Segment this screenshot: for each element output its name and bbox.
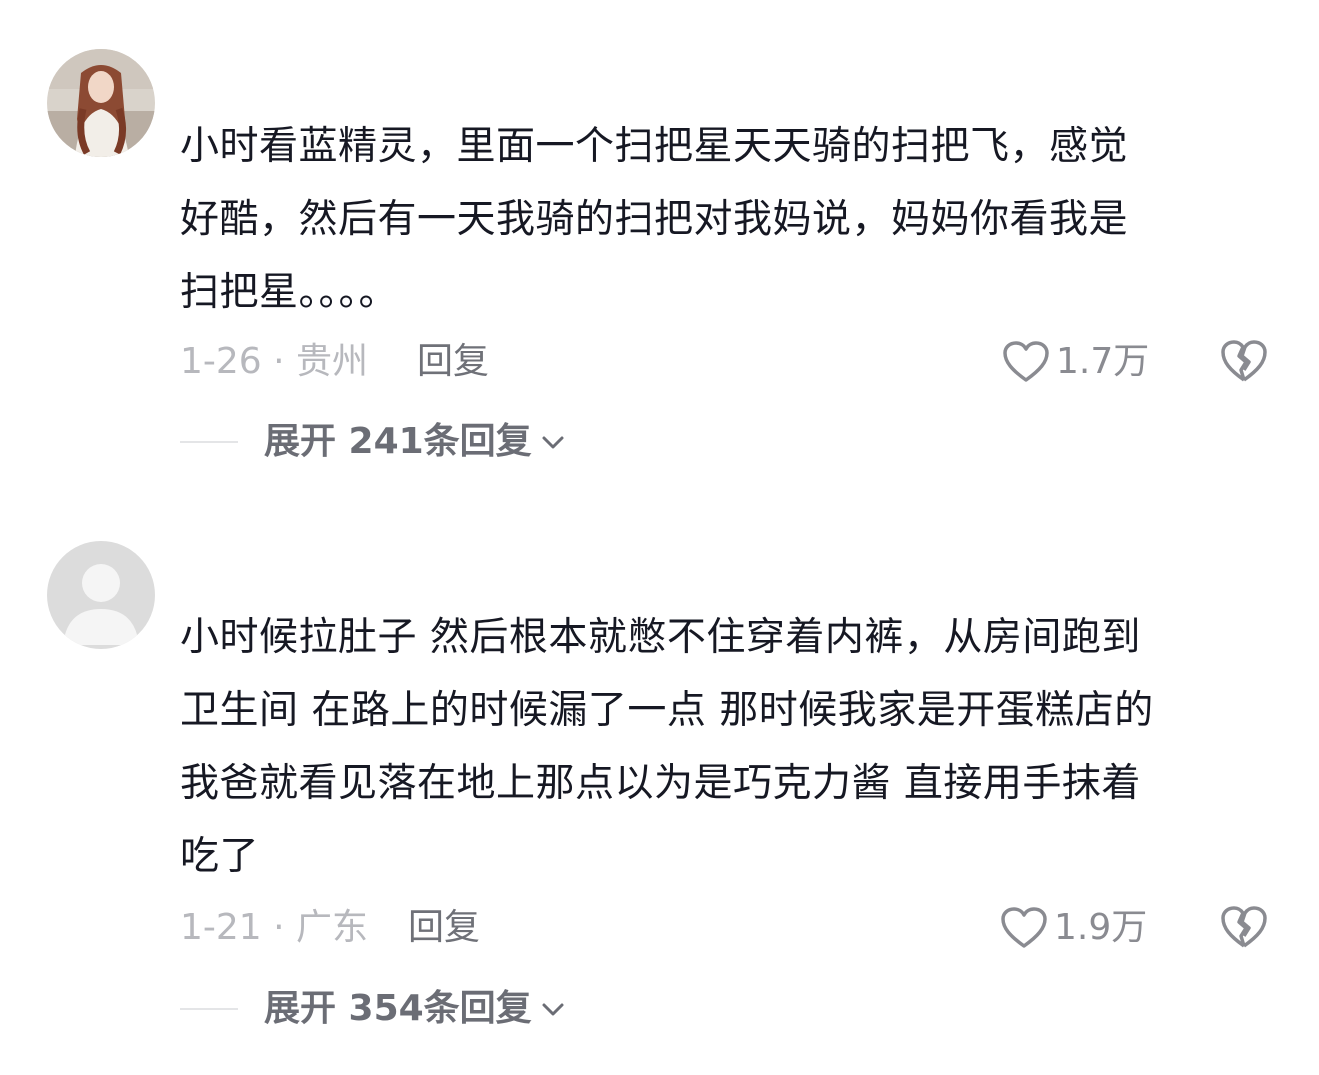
heart-outline-icon xyxy=(1001,907,1047,948)
like-count: 1.9万 xyxy=(1054,907,1148,948)
chevron-down-icon xyxy=(542,436,564,449)
reply-button[interactable]: 回复 xyxy=(408,903,480,953)
avatar[interactable] xyxy=(47,541,155,649)
divider-line xyxy=(180,1008,238,1010)
default-user-avatar-icon xyxy=(47,541,155,649)
chevron-down-icon xyxy=(542,1003,564,1016)
comment-meta: 1-21 · 广东 回复 1.9万 xyxy=(180,903,1280,953)
like-button[interactable]: 1.9万 xyxy=(1000,903,1147,953)
comment-text-line: 扫把星。。。。 xyxy=(180,270,399,315)
divider-line xyxy=(180,441,238,443)
comment-text-line: 吃了 xyxy=(180,834,260,879)
comment-meta: 1-26 · 贵州 回复 1.7万 xyxy=(180,337,1280,387)
broken-heart-icon xyxy=(1221,906,1267,948)
expand-replies-label: 展开 354条回复 xyxy=(264,988,532,1029)
like-count: 1.7万 xyxy=(1056,341,1150,382)
comment-text-line: 好酷，然后有一天我骑的扫把对我妈说，妈妈你看我是 xyxy=(180,197,1129,242)
comment-date-location: 1-26 · 贵州 xyxy=(180,341,369,382)
reply-button[interactable]: 回复 xyxy=(417,337,489,387)
dislike-button[interactable] xyxy=(1220,338,1268,384)
expand-replies-button[interactable]: 展开 241条回复 xyxy=(180,417,566,467)
comment-text-line: 我爸就看见落在地上那点以为是巧克力酱 直接用手抹着 xyxy=(180,761,1141,806)
like-button[interactable]: 1.7万 xyxy=(1002,337,1149,387)
expand-replies-label: 展开 241条回复 xyxy=(264,421,532,462)
dislike-button[interactable] xyxy=(1220,904,1268,950)
comment-date-location: 1-21 · 广东 xyxy=(180,907,369,948)
user-photo-avatar-icon xyxy=(47,49,155,157)
comment-text: 小时候拉肚子 然后根本就憋不住穿着内裤，从房间跑到 卫生间 在路上的时候漏了一点… xyxy=(180,601,1270,893)
comment-text-line: 卫生间 在路上的时候漏了一点 那时候我家是开蛋糕店的 xyxy=(180,688,1154,733)
comment-text-line: 小时候拉肚子 然后根本就憋不住穿着内裤，从房间跑到 xyxy=(180,615,1141,660)
avatar[interactable] xyxy=(47,49,155,157)
broken-heart-icon xyxy=(1221,340,1267,382)
heart-outline-icon xyxy=(1003,341,1049,382)
comment-text-line: 小时看蓝精灵，里面一个扫把星天天骑的扫把飞，感觉 xyxy=(180,124,1129,169)
comment-text: 小时看蓝精灵，里面一个扫把星天天骑的扫把飞，感觉 好酷，然后有一天我骑的扫把对我… xyxy=(180,110,1270,329)
expand-replies-button[interactable]: 展开 354条回复 xyxy=(180,984,566,1034)
